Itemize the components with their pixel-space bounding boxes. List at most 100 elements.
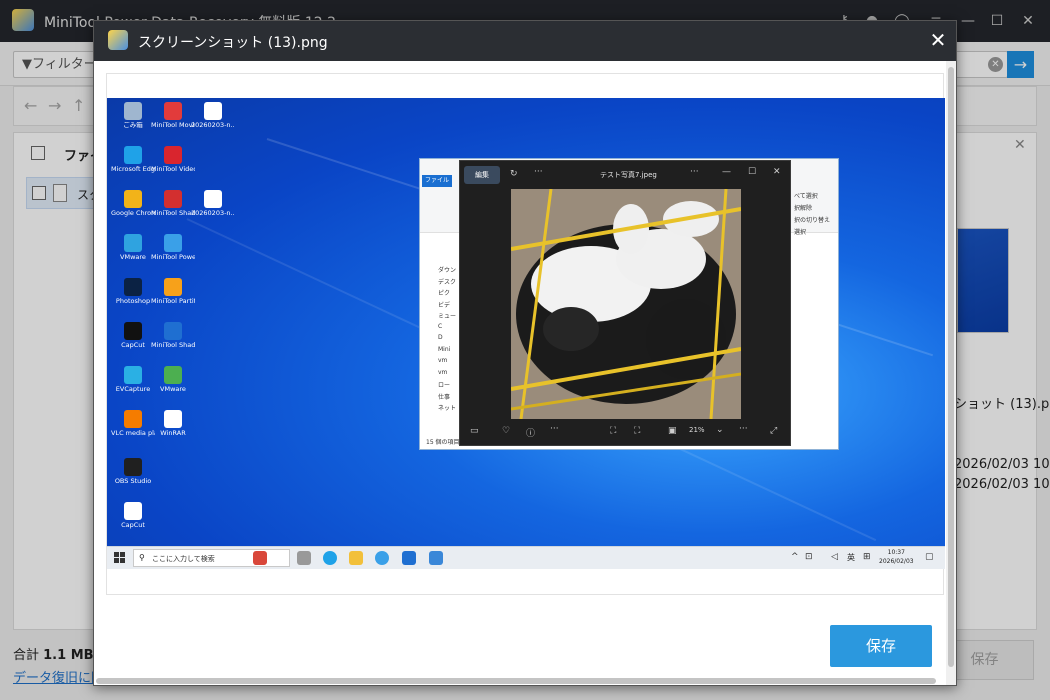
save-button[interactable]: 保存 [830, 625, 932, 667]
tray-date: 2026/02/03 [879, 558, 914, 565]
chat-icon [375, 551, 389, 565]
desktop-icon: 20260203-n... [191, 190, 235, 217]
desktop-icon-label: VMware [120, 254, 146, 261]
desktop-icon-label: VMware [160, 386, 186, 393]
desktop-icon: WinRAR [151, 410, 195, 437]
dialog-close-button[interactable]: ✕ [926, 28, 950, 52]
more-icon: ··· [690, 167, 699, 177]
desktop-icon-label: Microsoft Edge [111, 166, 155, 173]
preview-dialog: スクリーンショット (13).png ✕ ごみ箱 MiniTool MovieMa… [93, 20, 957, 686]
info-icon: ⓘ [526, 429, 536, 439]
desktop-icon-label: Google Chrome [111, 210, 155, 217]
preview-desktop: ごみ箱MiniTool MovieMaker20260203-n...Micro… [107, 98, 945, 569]
desktop-icon: Google Chrome [111, 190, 155, 217]
viewer-minimize-icon: — [722, 167, 731, 177]
chevron-down-icon: ⌄ [716, 425, 724, 435]
notification-icon: ▢ [925, 552, 934, 562]
dialog-vertical-scrollbar[interactable] [946, 61, 956, 685]
explorer-nav-item: vm [438, 357, 448, 364]
viewer-title: テスト写真7.jpeg [600, 171, 657, 179]
desktop-icon: MiniTool Video C... [151, 146, 195, 173]
desktop-icon-label: MiniTool Video C... [151, 166, 195, 173]
explorer-nav-item: ネット [438, 405, 457, 412]
viewer-zoom-level: 21% [689, 426, 705, 434]
explorer-nav-item: ダウン [438, 267, 457, 274]
filmstrip-icon: ▭ [470, 426, 479, 436]
desktop-app-icon [124, 234, 142, 252]
explorer-file-tab: ファイル [422, 175, 452, 187]
explorer-nav-item: ビデ [438, 301, 451, 309]
desktop-app-icon [124, 146, 142, 164]
desktop-app-icon [164, 366, 182, 384]
desktop-icon-label: MiniTool ShadowM... [151, 210, 195, 217]
explorer-nav-item: 仕事 [438, 393, 451, 401]
desktop-icon-label: OBS Studio [114, 478, 152, 485]
desktop-icon-label: VLC media player [111, 430, 155, 437]
tray-chevron-icon: ^ [791, 552, 799, 562]
desktop-icon: CapCut [111, 322, 155, 349]
explorer-nav-item: ピク [438, 290, 451, 297]
taskbar-search-text: ここに入力して検索 [152, 555, 215, 563]
fullscreen-icon: ⤢ [770, 426, 778, 436]
desktop-app-icon [164, 278, 182, 296]
desktop-icon: CapCut [111, 502, 155, 529]
desktop-icon: OBS Studio [111, 458, 155, 485]
search-highlight-icon [253, 551, 267, 565]
task-view-icon [297, 551, 311, 565]
more-icon: ··· [534, 167, 543, 177]
desktop-icon: MiniTool Partition... [151, 278, 195, 305]
cat-photo [511, 189, 741, 419]
windows-start-icon [114, 552, 126, 564]
more-icon: ··· [739, 424, 748, 434]
desktop-app-icon [124, 458, 142, 476]
desktop-app-icon [124, 278, 142, 296]
explorer-select-item: 選択 [794, 229, 807, 236]
tray-ime-icon: ⊞ [863, 552, 871, 562]
desktop-icon: VLC media player [111, 410, 155, 437]
desktop-app-icon [204, 102, 222, 120]
desktop-app-icon [164, 102, 182, 120]
desktop-app-icon [164, 190, 182, 208]
dialog-scroll-thumb[interactable] [948, 67, 954, 667]
zoom-fit-icon: ▣ [668, 426, 677, 436]
dialog-app-icon [108, 30, 128, 50]
desktop-app-icon [164, 146, 182, 164]
desktop-icon: MiniTool Power Data... [151, 234, 195, 261]
explorer-select-item: 択解除 [794, 205, 813, 212]
desktop-icon: MiniTool ShadowMa... [151, 322, 195, 349]
desktop-icon-label: WinRAR [160, 430, 186, 437]
explorer-status: 15 個の項目 [426, 439, 460, 446]
viewer-close-icon: ✕ [773, 167, 781, 177]
desktop-icon-label: CapCut [121, 522, 145, 529]
desktop-icon: Microsoft Edge [111, 146, 155, 173]
dialog-hscroll-thumb[interactable] [96, 678, 936, 684]
image-preview: ごみ箱MiniTool MovieMaker20260203-n...Micro… [106, 73, 945, 595]
desktop-icon: ごみ箱 [111, 102, 155, 129]
desktop-app-icon [164, 322, 182, 340]
explorer-select-item: 択の切り替え [794, 217, 831, 224]
desktop-app-icon [164, 234, 182, 252]
desktop-icon-label: MiniTool Power Data... [151, 254, 195, 261]
dialog-horizontal-scrollbar[interactable] [94, 675, 944, 685]
tray-volume-icon: ◁ [831, 552, 838, 562]
dialog-titlebar: スクリーンショット (13).png ✕ [94, 21, 956, 61]
desktop-icon: MiniTool ShadowM... [151, 190, 195, 217]
explorer-nav-item: D [438, 334, 443, 341]
outlook-icon [402, 551, 416, 565]
explorer-nav-item: ロー [438, 382, 451, 389]
tray-time: 10:37 [887, 549, 905, 556]
explorer-select-item: べて選択 [794, 193, 818, 200]
desktop-icon-label: 20260203-n... [191, 122, 235, 129]
viewer-edit-button: 編集 [464, 166, 500, 184]
desktop-app-icon [124, 102, 142, 120]
desktop-icon-label: EVCapture [115, 386, 151, 393]
tray-network-icon: ⊡ [805, 552, 813, 562]
explorer-nav-item: デスク [438, 278, 457, 286]
rotate-icon: ↻ [510, 169, 518, 179]
file-explorer-icon [349, 551, 363, 565]
edge-icon [323, 551, 337, 565]
desktop-icon-label: MiniTool MovieMaker [151, 122, 195, 129]
tray-language: 英 [847, 553, 855, 562]
favorite-icon: ♡ [502, 426, 511, 436]
search-icon: ⚲ [139, 553, 145, 562]
